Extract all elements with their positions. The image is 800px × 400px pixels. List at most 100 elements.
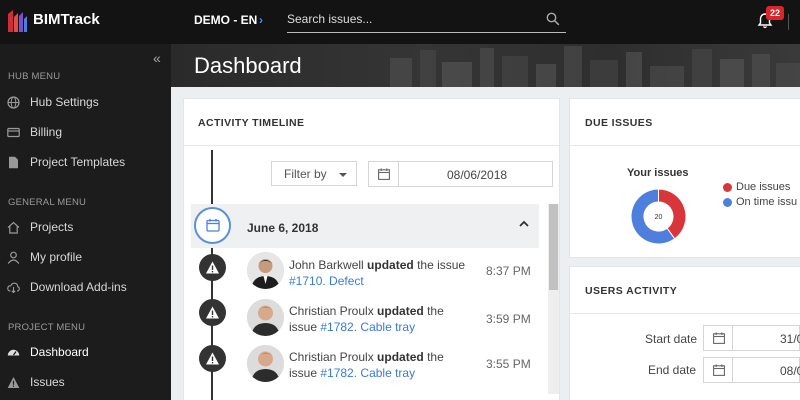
chevron-up-icon[interactable] [518, 219, 530, 229]
city-skyline-graphic [390, 46, 800, 87]
warning-icon [199, 345, 226, 372]
cloud-download-icon [7, 282, 20, 294]
start-date-input[interactable]: 31/0 [733, 325, 800, 351]
date-group-header[interactable] [191, 204, 539, 248]
calendar-button[interactable] [703, 357, 733, 383]
divider [570, 313, 800, 314]
divider [570, 145, 800, 146]
legend-swatch [723, 183, 732, 192]
section-title-general-menu: GENERAL MENU [8, 197, 87, 208]
issue-link[interactable]: #1782. Cable tray [320, 320, 415, 334]
project-selector[interactable]: DEMO - EN [194, 13, 257, 27]
bimtrack-logo-icon[interactable] [6, 8, 28, 34]
sidebar-item-label: Billing [30, 125, 63, 139]
date-group-marker [194, 207, 231, 244]
search-bar [287, 8, 566, 33]
avatar[interactable] [247, 299, 284, 336]
scrollbar-thumb[interactable] [549, 204, 558, 290]
end-date-input[interactable]: 08/0 [733, 357, 800, 383]
sidebar-item-label: Project Templates [30, 155, 126, 169]
user-name[interactable]: Christian Proulx [289, 350, 374, 364]
end-date-value: 08/0 [780, 364, 800, 378]
scrollbar[interactable] [548, 204, 559, 394]
calendar-button[interactable] [369, 162, 399, 186]
calendar-icon [713, 364, 725, 376]
collapse-sidebar-icon[interactable]: « [153, 50, 161, 66]
issues-donut-chart[interactable]: 20 [630, 188, 687, 245]
caret-down-icon [339, 173, 347, 177]
start-date-label: Start date [645, 332, 698, 346]
warning-icon [199, 254, 226, 281]
donut-center-value: 20 [655, 214, 663, 221]
sidebar-item-project-templates[interactable]: Project Templates [0, 149, 171, 177]
warning-icon [7, 377, 20, 388]
chart-title: Your issues [627, 167, 689, 179]
user-name[interactable]: John Barkwell [289, 258, 364, 272]
start-date-value: 31/0 [780, 332, 800, 346]
divider [184, 145, 559, 146]
calendar-icon [713, 332, 725, 344]
action-verb: updated [377, 304, 424, 318]
top-bar: BIMTrack DEMO - EN › 22 [0, 0, 800, 44]
activity-entry-text: Christian Proulx updated the issue #1782… [289, 303, 469, 335]
entry-time: 8:37 PM [486, 264, 531, 278]
calendar-icon [206, 218, 220, 232]
section-title-project-menu: PROJECT MENU [8, 322, 86, 333]
avatar[interactable] [247, 345, 284, 382]
legend-label: Due issues [736, 181, 791, 193]
divider [788, 14, 789, 30]
sidebar-item-projects[interactable]: Projects [0, 214, 171, 242]
notification-badge[interactable]: 22 [766, 6, 784, 20]
section-title-hub-menu: HUB MENU [8, 71, 61, 82]
sidebar-item-download-add-ins[interactable]: Download Add-ins [0, 274, 171, 302]
date-group-label: June 6, 2018 [247, 221, 319, 235]
action-verb: updated [367, 258, 414, 272]
search-input[interactable] [287, 8, 537, 30]
activity-date-value: 08/06/2018 [447, 168, 508, 182]
sidebar-item-label: Download Add-ins [30, 280, 127, 294]
issue-link[interactable]: #1710. Defect [289, 274, 364, 288]
document-icon [9, 156, 18, 169]
sidebar-item-hub-settings[interactable]: Hub Settings [0, 89, 171, 117]
entry-description: the issue [417, 258, 466, 272]
sidebar-item-label: My profile [30, 250, 83, 264]
entry-time: 3:59 PM [486, 312, 531, 326]
dashboard-icon [7, 349, 20, 356]
filter-by-dropdown[interactable]: Filter by [271, 161, 357, 186]
page-header: Dashboard [171, 44, 800, 87]
end-date-label: End date [648, 363, 697, 377]
user-name[interactable]: Christian Proulx [289, 304, 374, 318]
sidebar-item-billing[interactable]: Billing [0, 119, 171, 147]
filter-by-label: Filter by [284, 167, 327, 181]
calendar-icon [378, 168, 390, 180]
globe-icon [7, 96, 20, 109]
legend-label: On time issu [736, 196, 798, 208]
sidebar-item-issues[interactable]: Issues [0, 369, 171, 397]
credit-card-icon [7, 127, 20, 138]
entry-time: 3:55 PM [486, 357, 531, 371]
activity-date-picker[interactable]: 08/06/2018 [368, 161, 553, 187]
action-verb: updated [377, 350, 424, 364]
home-icon [7, 221, 20, 234]
sidebar-item-label: Hub Settings [30, 95, 99, 109]
sidebar-item-dashboard[interactable]: Dashboard [0, 339, 171, 367]
sidebar-item-label: Dashboard [30, 345, 89, 359]
due-issues-title: DUE ISSUES [585, 117, 653, 129]
activity-entry-text: Christian Proulx updated the issue #1782… [289, 349, 469, 381]
user-icon [7, 251, 20, 264]
sidebar-item-label: Projects [30, 220, 74, 234]
legend-swatch [723, 198, 732, 207]
chevron-right-icon[interactable]: › [259, 13, 263, 27]
page-title: Dashboard [194, 53, 302, 78]
search-icon[interactable] [546, 12, 560, 26]
warning-icon [199, 299, 226, 326]
users-activity-title: USERS ACTIVITY [585, 285, 678, 297]
activity-timeline-title: ACTIVITY TIMELINE [198, 117, 305, 129]
issue-link[interactable]: #1782. Cable tray [320, 366, 415, 380]
sidebar-item-label: Issues [30, 375, 65, 389]
calendar-button[interactable] [703, 325, 733, 351]
app-name[interactable]: BIMTrack [33, 11, 100, 28]
sidebar-item-my-profile[interactable]: My profile [0, 244, 171, 272]
avatar[interactable] [247, 252, 284, 289]
activity-entry-text: John Barkwell updated the issue #1710. D… [289, 257, 469, 289]
